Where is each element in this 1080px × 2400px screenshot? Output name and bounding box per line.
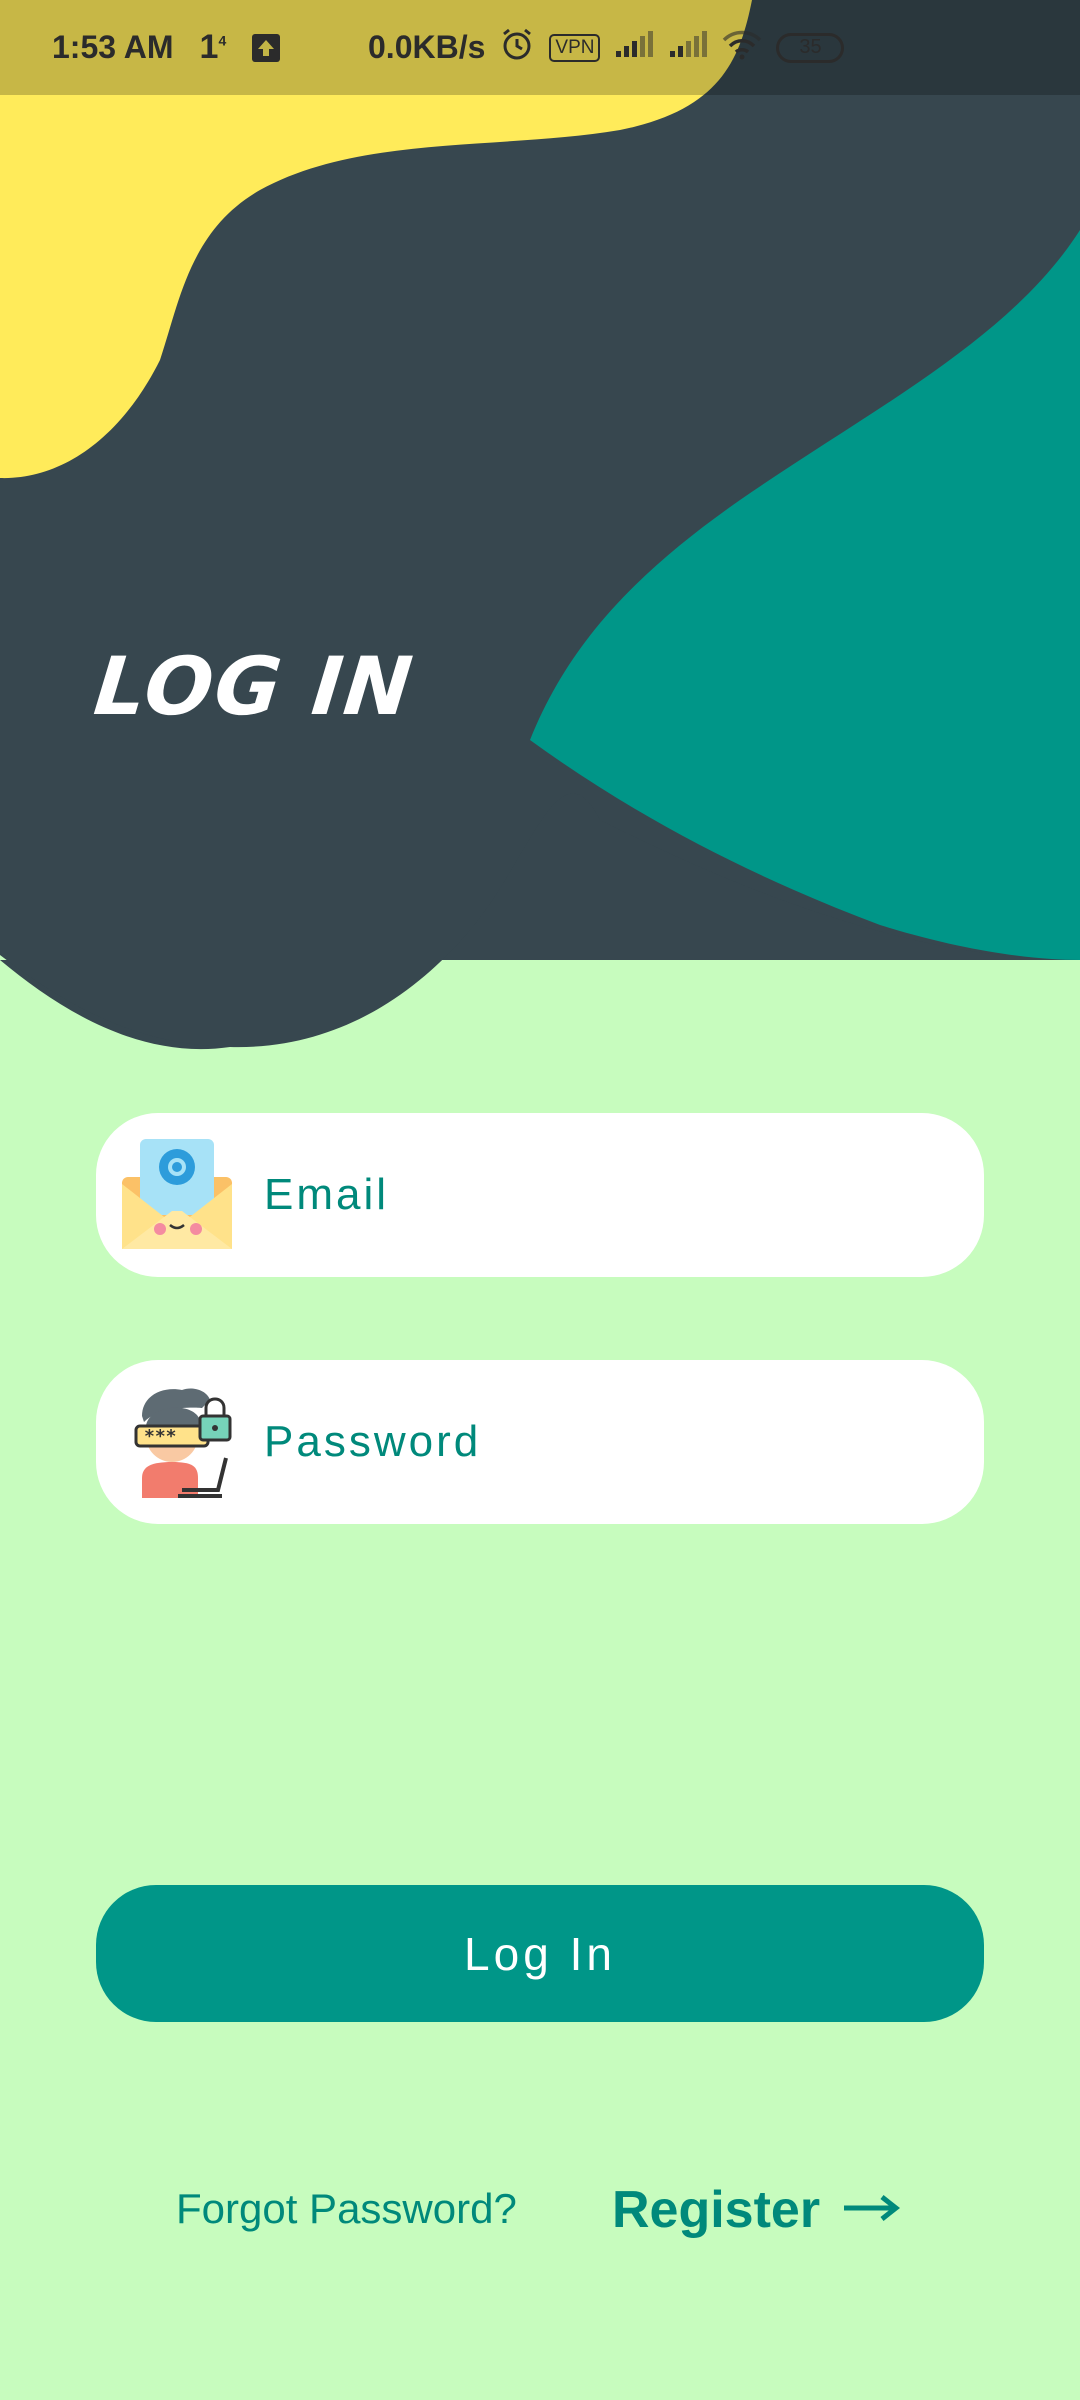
forgot-password-link[interactable]: Forgot Password? [176,2185,517,2233]
arrow-right-icon [842,2193,901,2228]
status-indicator-sup: 4 [218,32,227,49]
email-input[interactable] [264,1170,944,1220]
status-indicator-main: 1 [199,28,219,66]
email-field[interactable] [96,1113,984,1277]
wifi-icon [722,28,762,68]
status-indicator: 14 [200,28,227,67]
net-speed: 0.0KB/s [368,29,486,65]
status-bar-right: 0.0KB/s VPN 35 [368,0,845,95]
register-label: Register [612,2181,821,2239]
vpn-badge: VPN [549,33,601,62]
alarm-icon [499,26,535,70]
page-title: LOG IN [90,640,419,733]
signal-icon-2 [668,29,708,67]
password-input[interactable] [264,1417,944,1467]
password-field[interactable]: *** [96,1360,984,1524]
battery-indicator: 35 [776,32,845,63]
login-button[interactable]: Log In [96,1885,984,2022]
svg-text:***: *** [144,1426,177,1447]
user-password-icon: *** [122,1386,234,1498]
status-bar-left: 1:53 AM 14 [52,0,281,95]
upload-icon [252,33,281,62]
signal-icon-1 [614,29,654,67]
envelope-at-icon [122,1139,234,1251]
status-time: 1:53 AM [52,29,174,65]
register-link[interactable]: Register [612,2180,901,2240]
